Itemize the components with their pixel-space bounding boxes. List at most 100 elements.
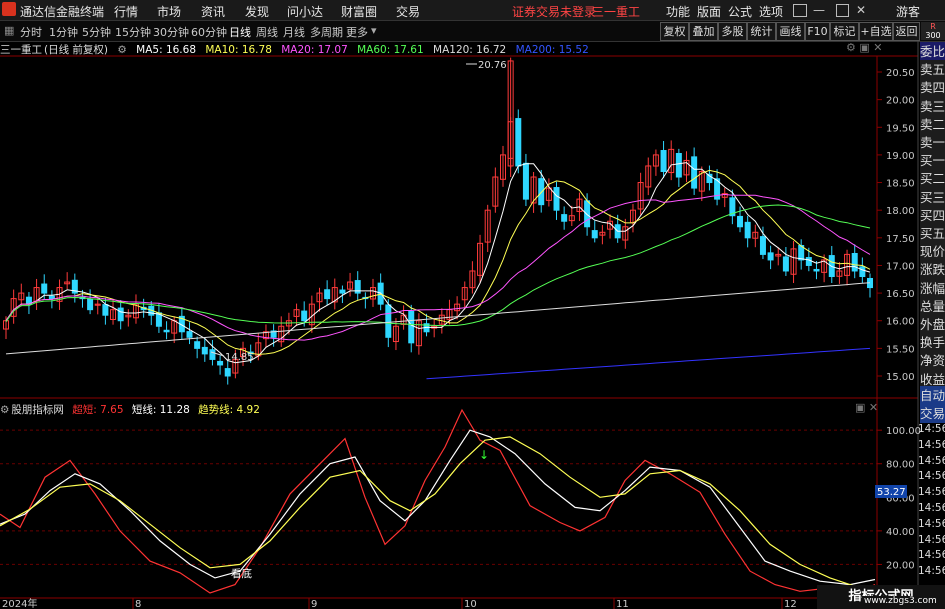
candle-body: [385, 304, 392, 338]
quote-label: 涨幅: [920, 278, 945, 298]
tick-time: 14:56: [918, 454, 945, 467]
candlestick-series: [3, 57, 873, 385]
candle-body: [41, 283, 48, 294]
candle-body: [782, 256, 789, 272]
date-dividers: [132, 598, 783, 609]
quote-label: 卖一: [920, 133, 945, 152]
candle-body: [48, 295, 55, 300]
indicator-axis-label: 100.00: [886, 426, 921, 437]
quote-label: 卖四: [920, 78, 945, 98]
candle-body: [561, 214, 568, 222]
auto-trade-label[interactable]: 交易: [920, 404, 945, 423]
candle-body: [201, 346, 208, 355]
quote-label: 买三: [920, 187, 945, 207]
ma5-line: [5, 162, 871, 364]
candle-body: [339, 289, 346, 294]
quote-label: 买四: [920, 205, 945, 225]
indicator-axis-label: 20.00: [886, 560, 915, 571]
candle-body: [186, 331, 193, 338]
price-axis-label: 18.00: [886, 206, 915, 217]
tick-time: 14:56: [918, 549, 945, 562]
tick-time: 14:56: [918, 486, 945, 499]
candle-body: [194, 341, 201, 349]
tick-time: 14:56: [918, 423, 945, 435]
ma200-line: [426, 347, 871, 380]
tick-time: 14:56: [918, 470, 945, 483]
quote-label: 买一: [920, 151, 945, 171]
price-axis-label: 19.00: [886, 151, 915, 162]
chart-area[interactable]: 20.76 14.85 ↓ 看底 20.50 20.00 19.50 19.00 18.…: [0, 0, 945, 609]
date-label-oct: 10: [464, 599, 477, 609]
quote-label: 买五: [920, 224, 945, 243]
quote-label: 卖三: [920, 96, 945, 116]
indicator-grid: [0, 429, 877, 565]
candle-body: [87, 298, 94, 311]
price-axis-label: 20.00: [886, 96, 915, 107]
price-axis-label: 16.50: [886, 289, 915, 300]
price-axis-label: 15.50: [886, 344, 915, 355]
candle-body: [584, 200, 591, 228]
candle-body: [224, 368, 231, 377]
candle-body: [737, 215, 744, 228]
candle-body: [813, 268, 820, 272]
candle-body: [805, 257, 812, 266]
indicator-axis-label: 80.00: [886, 460, 915, 471]
quote-label: 委比: [920, 42, 945, 61]
tick-time: 14:56: [918, 517, 945, 530]
candle-body: [515, 118, 522, 167]
candle-body: [691, 156, 698, 189]
indicator-axis: 100.0080.0060.0040.0020.00: [877, 426, 921, 571]
date-label-year: 2024年: [2, 597, 37, 609]
candle-body: [209, 349, 216, 360]
tick-time: 14:56: [918, 565, 945, 578]
quote-label: 买二: [920, 169, 945, 189]
candle-body: [859, 266, 866, 278]
bottom-signal-label: 看底: [231, 567, 252, 580]
candle-body: [538, 178, 545, 206]
indicator-lines: [0, 408, 876, 594]
quote-label: 卖二: [920, 114, 945, 134]
auto-trade-label[interactable]: 自动: [920, 386, 945, 405]
quote-label: 净资: [920, 351, 945, 371]
price-axis-label: 16.00: [886, 317, 915, 328]
tick-time: 14:56: [918, 438, 945, 451]
watermark-url: www.zbgs3.com: [862, 596, 939, 606]
tick-time: 14:56: [918, 533, 945, 546]
chaoduan-line: [0, 408, 876, 594]
price-axis-label: 20.50: [886, 68, 915, 79]
quote-label: 卖五: [920, 60, 945, 80]
low-marker: 14.85: [225, 352, 254, 363]
high-marker: 20.76: [478, 60, 507, 71]
quote-label: 总量: [920, 296, 945, 316]
candle-body: [767, 252, 774, 261]
candle-body: [744, 221, 751, 239]
quote-label: 现价: [920, 242, 945, 262]
ma10-line: [5, 169, 871, 355]
candle-body: [660, 150, 667, 172]
quote-label: 换手: [920, 333, 945, 353]
price-axis: 20.50 20.00 19.50 19.00 18.50 18.00 17.50 17.00…: [877, 68, 915, 383]
candle-body: [324, 289, 331, 300]
candle-body: [408, 310, 415, 344]
candle-body: [675, 152, 682, 178]
quote-label: 外盘: [920, 315, 945, 334]
indicator-axis-label: 40.00: [886, 527, 915, 538]
price-axis-label: 18.50: [886, 179, 915, 190]
date-label-sep: 9: [311, 599, 317, 609]
date-label-aug: 8: [135, 599, 141, 609]
buy-arrow-icon: ↓: [479, 448, 489, 462]
price-axis-label: 19.50: [886, 123, 915, 134]
date-label-dec: 12: [784, 599, 797, 609]
candle-body: [851, 253, 858, 272]
indicator-current-value: 53.27: [877, 487, 906, 498]
price-axis-label: 17.00: [886, 261, 915, 272]
quote-label: 涨跌: [920, 260, 945, 280]
candle-body: [102, 304, 109, 316]
candle-body: [117, 307, 124, 322]
candle-body: [301, 310, 308, 322]
moving-average-lines: [5, 162, 871, 380]
candle-body: [522, 162, 529, 200]
candle-body: [163, 329, 170, 333]
candle-body: [759, 236, 766, 255]
price-axis-label: 17.50: [886, 234, 915, 245]
